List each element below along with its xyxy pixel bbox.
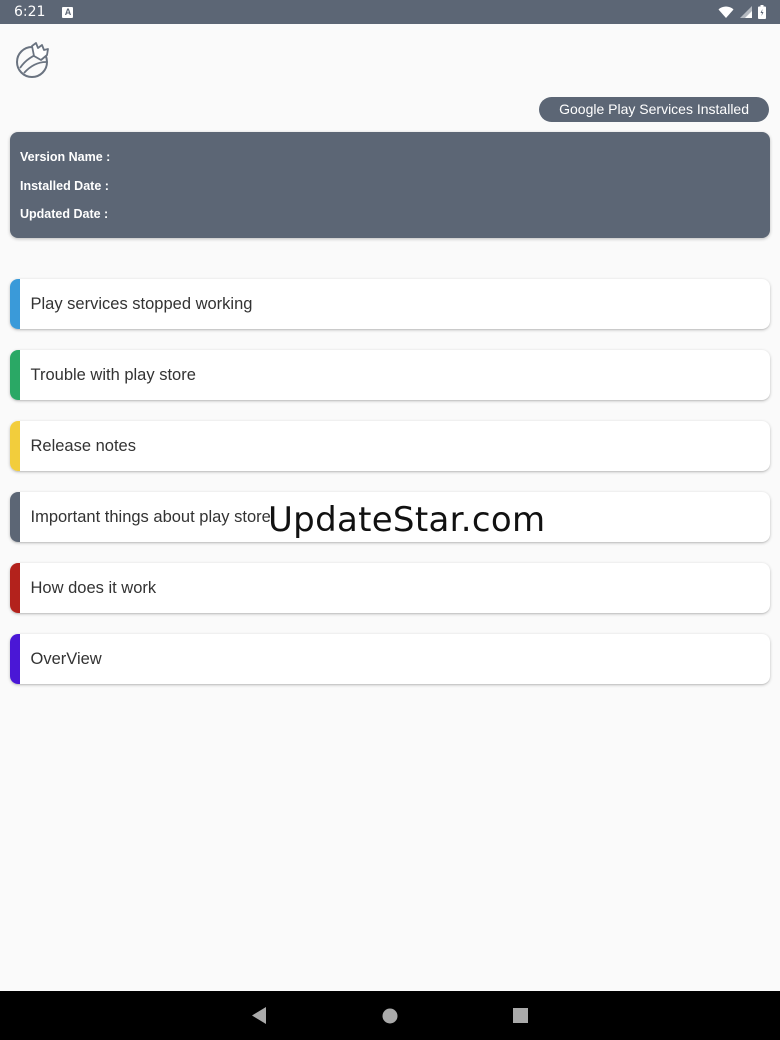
- installed-status-badge: Google Play Services Installed: [539, 97, 769, 122]
- navigation-bar: [0, 991, 780, 1040]
- menu-item-label: How does it work: [30, 578, 157, 597]
- a-letter-icon: A: [62, 6, 74, 18]
- back-icon[interactable]: [229, 991, 289, 1040]
- installed-status-text: Google Play Services Installed: [559, 101, 749, 117]
- menu-list: Play services stopped working Trouble wi…: [10, 279, 770, 705]
- menu-item-overview[interactable]: OverView: [10, 634, 770, 684]
- menu-item-label: Release notes: [30, 436, 137, 455]
- signal-icon: [740, 6, 752, 18]
- status-bar: 6:21 A: [0, 0, 780, 24]
- hand-ball-logo-icon[interactable]: [14, 40, 54, 80]
- menu-item-label: Trouble with play store: [30, 365, 196, 384]
- status-time: 6:21: [14, 4, 46, 20]
- home-icon[interactable]: [360, 991, 420, 1040]
- updated-date-label: Updated Date :: [20, 207, 109, 221]
- version-name-label: Version Name :: [20, 150, 111, 164]
- version-info-card: Version Name : Installed Date : Updated …: [10, 132, 770, 238]
- menu-item-label: OverView: [30, 649, 102, 668]
- menu-item-play-services-stopped[interactable]: Play services stopped working: [10, 279, 770, 329]
- battery-icon: [758, 5, 766, 19]
- status-icons: [718, 5, 766, 19]
- menu-item-trouble-play-store[interactable]: Trouble with play store: [10, 350, 770, 400]
- wifi-icon: [718, 6, 734, 18]
- menu-item-release-notes[interactable]: Release notes: [10, 421, 770, 471]
- recents-icon[interactable]: [490, 991, 550, 1040]
- menu-item-how-does-it-work[interactable]: How does it work: [10, 563, 770, 613]
- menu-item-label: Important things about play store: [30, 507, 271, 526]
- menu-item-label: Play services stopped working: [30, 294, 253, 313]
- installed-date-label: Installed Date :: [20, 178, 109, 193]
- watermark-text: UpdateStar.com: [268, 500, 546, 540]
